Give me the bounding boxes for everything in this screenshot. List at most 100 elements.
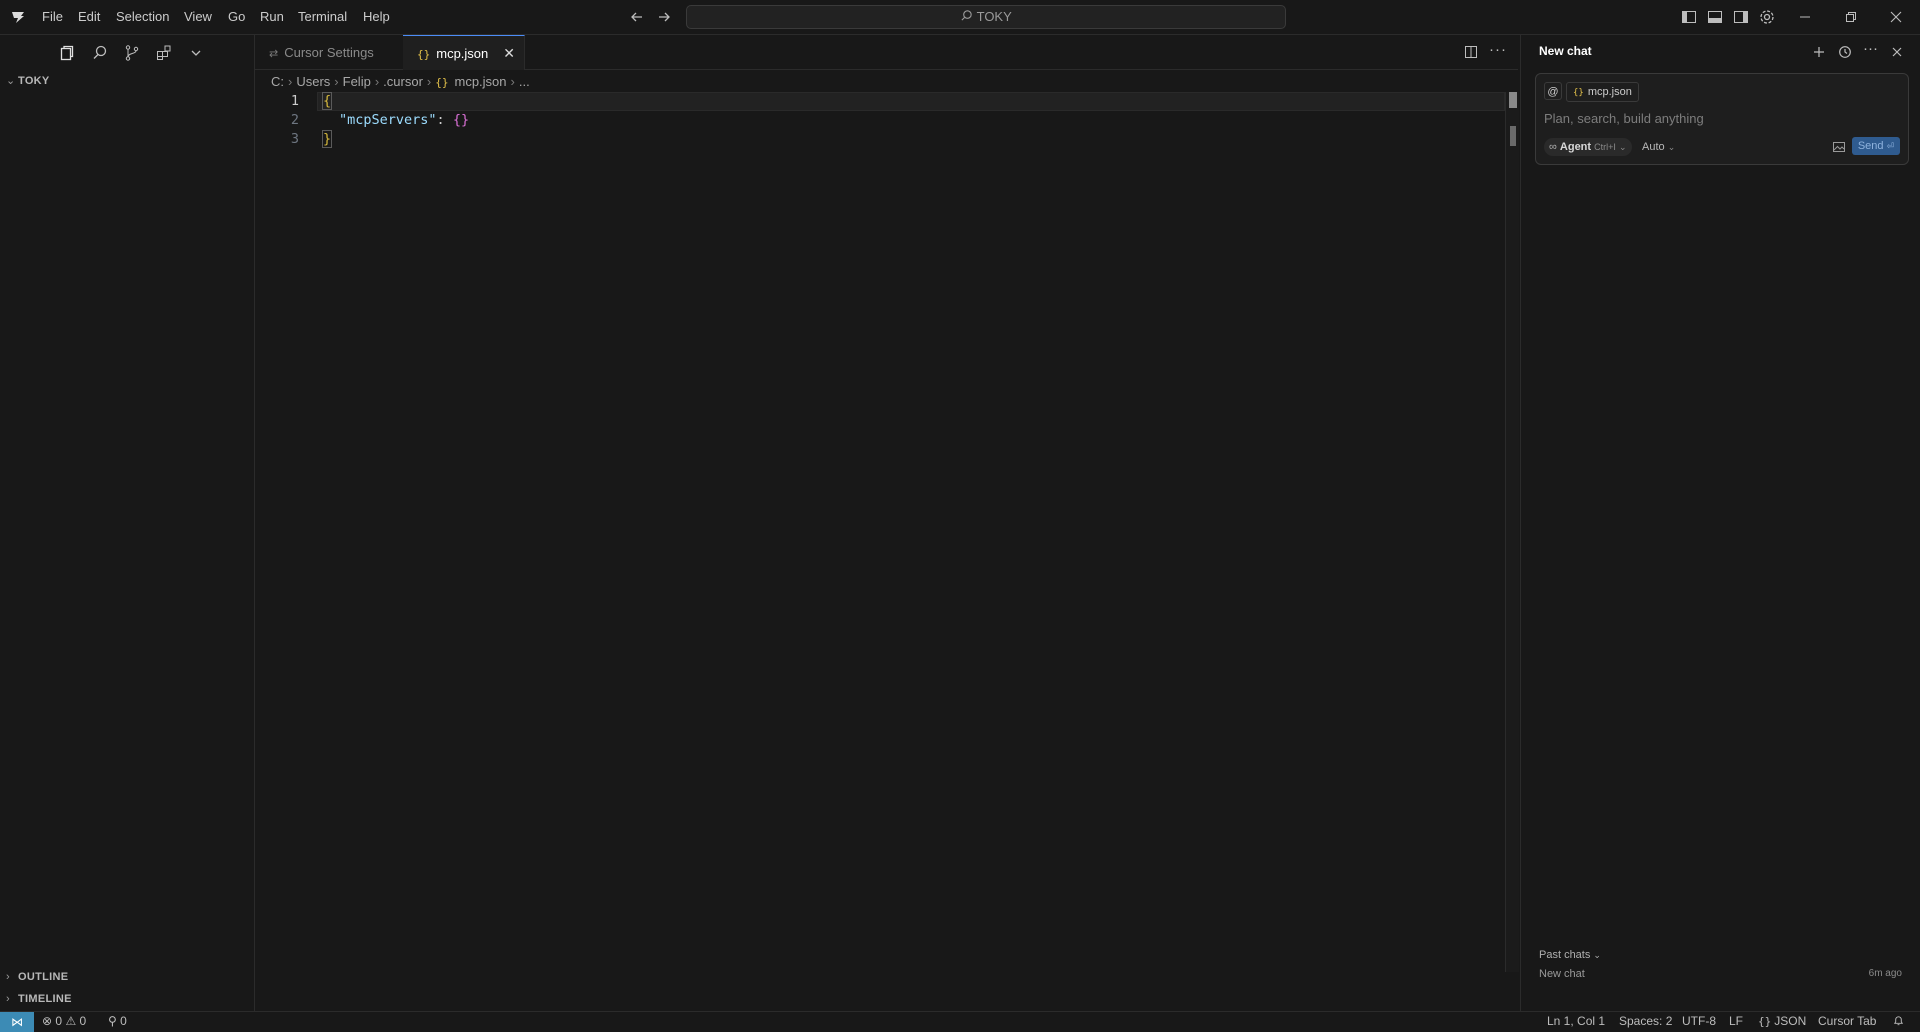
notifications-bell-icon[interactable] (1892, 1014, 1905, 1030)
minimap-slider[interactable] (1509, 92, 1517, 108)
tab-cursor-settings[interactable]: ⇄ Cursor Settings (255, 35, 403, 70)
breadcrumb-symbols[interactable]: ... (519, 74, 530, 89)
new-chat-plus-icon[interactable] (1811, 44, 1827, 60)
ports-indicator[interactable]: ⚲ 0 (108, 1014, 127, 1028)
code-editor[interactable]: 1 { 2 "mcpServers": {} 3 } (255, 92, 1505, 992)
outline-label: OUTLINE (18, 971, 69, 983)
explorer-sidebar: ⌄ TOKY › OUTLINE › TIMELINE (0, 35, 255, 1011)
cursor-tab-status[interactable]: Cursor Tab (1818, 1014, 1876, 1028)
agent-mode-selector[interactable]: ∞ Agent Ctrl+I ⌄ (1544, 138, 1632, 156)
extensions-icon[interactable] (154, 43, 174, 63)
menu-edit[interactable]: Edit (78, 9, 100, 24)
explorer-files-icon[interactable] (57, 43, 77, 63)
json-file-icon: {} (435, 76, 449, 89)
scrollbar-thumb[interactable] (1510, 126, 1516, 146)
menu-terminal[interactable]: Terminal (298, 9, 347, 24)
chevron-right-icon: › (6, 971, 10, 983)
line-ending[interactable]: LF (1729, 1014, 1743, 1028)
line-number: 1 (290, 93, 299, 109)
search-icon[interactable] (90, 43, 110, 63)
json-file-icon: {} (1573, 88, 1584, 98)
minimize-icon[interactable] (1796, 8, 1814, 26)
outline-section-header[interactable]: › OUTLINE (6, 971, 68, 983)
close-window-icon[interactable] (1887, 8, 1905, 26)
warning-icon: ⚠ (65, 1014, 77, 1028)
source-control-icon[interactable] (122, 43, 142, 63)
cursor-position[interactable]: Ln 1, Col 1 (1547, 1014, 1605, 1028)
image-upload-icon[interactable] (1832, 140, 1846, 154)
toggle-secondary-sidebar-icon[interactable] (1732, 8, 1750, 26)
context-file-label: mcp.json (1587, 86, 1632, 98)
breadcrumb-drive[interactable]: C: (271, 74, 284, 89)
remote-indicator-icon[interactable]: ⋈ (0, 1012, 34, 1032)
breadcrumb: C: › Users › Felip › .cursor ›{} mcp.json ›... (271, 72, 530, 92)
split-editor-icon[interactable] (1463, 44, 1479, 60)
menu-run[interactable]: Run (260, 9, 284, 24)
agent-shortcut: Ctrl+I (1594, 142, 1616, 152)
line-number: 2 (290, 112, 299, 128)
close-panel-icon[interactable] (1889, 44, 1905, 60)
command-center-search[interactable]: TOKY (686, 5, 1286, 29)
line-number: 3 (290, 131, 299, 147)
code-line: 1 { (255, 92, 1505, 111)
menu-help[interactable]: Help (363, 9, 390, 24)
chat-input[interactable] (1544, 108, 1894, 128)
past-chats-header[interactable]: Past chats ⌄ (1539, 949, 1601, 961)
menu-view[interactable]: View (184, 9, 212, 24)
chevron-down-icon: ⌄ (1593, 950, 1601, 960)
back-arrow-icon[interactable] (628, 8, 646, 26)
workspace-name: TOKY (976, 9, 1012, 24)
tab-label: Cursor Settings (284, 45, 374, 60)
code-text: { (321, 92, 333, 110)
json-file-icon: {} (417, 48, 431, 61)
restore-icon[interactable] (1842, 8, 1860, 26)
tab-label: mcp.json (436, 46, 489, 61)
chat-panel: New chat ··· @ {}mcp.json ∞ Agent Ctrl+I… (1520, 35, 1920, 1011)
context-file-chip[interactable]: {} mcp.json (1566, 82, 1639, 102)
chevron-down-icon: ⌄ (6, 75, 16, 87)
chat-title[interactable]: New chat (1539, 44, 1592, 58)
app-logo-icon (10, 9, 26, 25)
menu-file[interactable]: File (42, 9, 63, 24)
timeline-label: TIMELINE (18, 993, 72, 1005)
folder-label: TOKY (18, 75, 50, 87)
breadcrumb-user-folder[interactable]: Felip (343, 74, 371, 89)
chevron-down-icon[interactable] (186, 43, 206, 63)
more-options-icon[interactable]: ··· (1863, 40, 1879, 57)
language-label: JSON (1774, 1014, 1807, 1028)
chevron-right-icon: › (426, 74, 432, 89)
chevron-down-icon: ⌄ (1667, 142, 1676, 152)
past-chat-item[interactable]: New chat (1539, 968, 1585, 980)
indentation[interactable]: Spaces: 2 (1619, 1014, 1672, 1028)
chevron-right-icon: › (510, 74, 515, 89)
problems-indicator[interactable]: ⊗ 0 ⚠ 0 (42, 1014, 86, 1028)
toggle-panel-icon[interactable] (1706, 8, 1724, 26)
close-tab-icon[interactable]: ✕ (503, 36, 515, 71)
add-context-button[interactable]: @ (1544, 82, 1562, 100)
editor-scrollbar[interactable] (1505, 92, 1519, 972)
past-chat-timestamp: 6m ago (1868, 968, 1902, 979)
language-mode[interactable]: {} JSON (1758, 1014, 1806, 1028)
settings-gear-icon[interactable] (1758, 8, 1776, 26)
workspace-folder-header[interactable]: ⌄ TOKY (6, 74, 50, 87)
breadcrumb-users[interactable]: Users (296, 74, 330, 89)
model-selector[interactable]: Auto ⌄ (1642, 138, 1675, 156)
timeline-section-header[interactable]: › TIMELINE (6, 993, 72, 1005)
search-icon (960, 7, 973, 29)
chevron-right-icon: › (6, 993, 10, 1005)
more-actions-icon[interactable]: ··· (1489, 41, 1507, 58)
at-symbol: @ (1547, 86, 1559, 98)
toggle-primary-sidebar-icon[interactable] (1680, 8, 1698, 26)
breadcrumb-cursor-folder[interactable]: .cursor (383, 74, 423, 89)
chat-composer: @ {}mcp.json ∞ Agent Ctrl+I ⌄ Auto ⌄ Sen… (1535, 73, 1909, 165)
encoding[interactable]: UTF-8 (1682, 1014, 1716, 1028)
menu-selection[interactable]: Selection (116, 9, 169, 24)
forward-arrow-icon[interactable] (655, 8, 673, 26)
send-button[interactable]: Send ⏎ (1852, 137, 1900, 155)
menu-go[interactable]: Go (228, 9, 245, 24)
tab-mcp-json[interactable]: {} mcp.json ✕ (403, 35, 525, 70)
model-label: Auto (1642, 141, 1665, 153)
breadcrumb-file[interactable]: mcp.json (455, 74, 507, 89)
history-icon[interactable] (1837, 44, 1853, 60)
agent-label: Agent (1559, 141, 1592, 153)
